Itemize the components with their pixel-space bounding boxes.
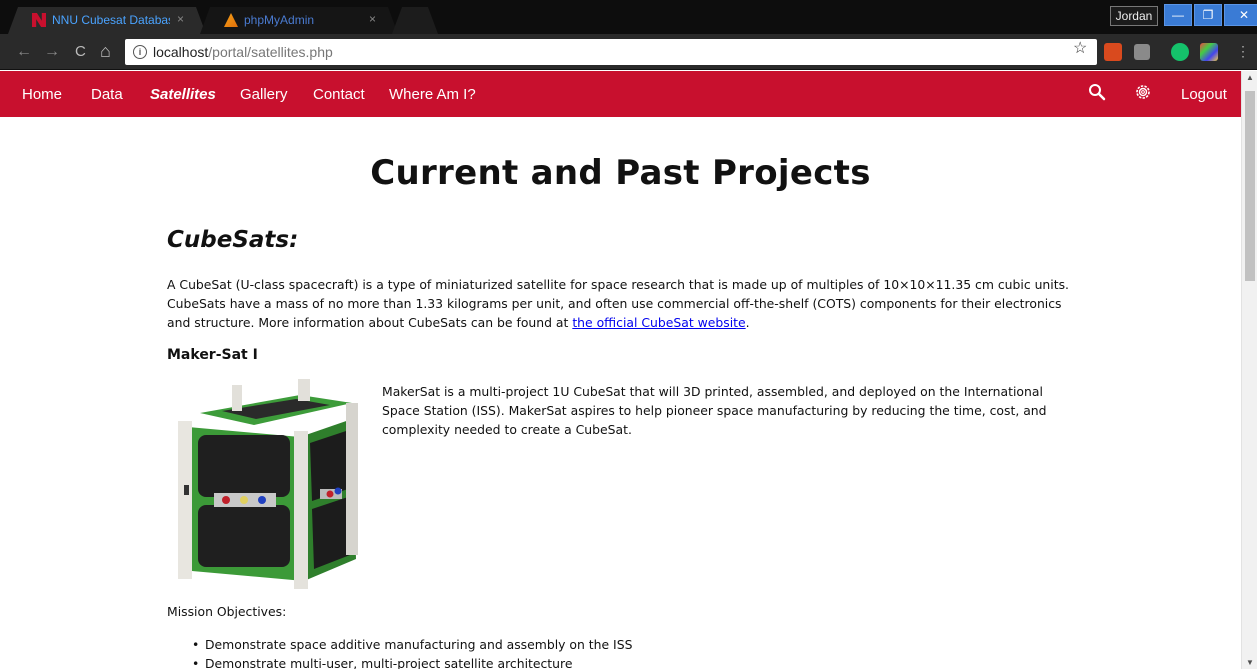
new-tab-button[interactable] — [392, 7, 438, 34]
list-item: Demonstrate space additive manufacturing… — [192, 635, 632, 654]
objectives-list: Demonstrate space additive manufacturing… — [192, 635, 632, 669]
grammarly-icon[interactable] — [1171, 43, 1189, 61]
bookmark-star-icon[interactable]: ☆ — [1073, 38, 1087, 58]
makersat-image — [178, 379, 358, 589]
menu-icon[interactable]: ⋮ — [1236, 43, 1250, 60]
nav-where-am-i[interactable]: Where Am I? — [389, 86, 476, 103]
page-title: Current and Past Projects — [370, 153, 871, 193]
forward-icon[interactable]: → — [44, 43, 60, 61]
reload-icon[interactable]: C — [75, 43, 86, 60]
url-path: /portal/satellites.php — [208, 44, 333, 60]
section-title: CubeSats: — [167, 227, 299, 253]
home-icon[interactable]: ⌂ — [100, 41, 111, 62]
extension-icon[interactable] — [1200, 43, 1218, 61]
gear-icon[interactable] — [1134, 83, 1152, 101]
tab-nnu-cubesat-database[interactable]: NNU Cubesat Database × — [8, 7, 206, 34]
url-host: localhost — [153, 44, 209, 60]
objectives-label: Mission Objectives: — [167, 604, 287, 619]
maximize-button[interactable]: ❐ — [1194, 4, 1222, 26]
nav-satellites[interactable]: Satellites — [150, 86, 216, 103]
close-window-button[interactable]: ✕ — [1224, 4, 1257, 26]
extension-icon[interactable] — [1104, 43, 1122, 61]
scrollbar-thumb[interactable] — [1245, 91, 1255, 281]
address-bar[interactable]: i localhost /portal/satellites.php — [125, 39, 1097, 65]
nav-contact[interactable]: Contact — [313, 86, 365, 103]
scroll-down-icon[interactable]: ▼ — [1246, 658, 1254, 667]
minimize-button[interactable]: — — [1164, 4, 1192, 26]
nnu-logo-icon — [32, 13, 46, 27]
window-controls: — ❐ ✕ — [1164, 4, 1257, 26]
cubesat-website-link[interactable]: the official CubeSat website — [572, 315, 745, 330]
tab-phpmyadmin[interactable]: phpMyAdmin × — [200, 7, 398, 34]
nav-home[interactable]: Home — [22, 86, 62, 103]
nav-data[interactable]: Data — [91, 86, 123, 103]
info-icon[interactable]: i — [133, 45, 147, 59]
phpmyadmin-logo-icon — [224, 13, 238, 27]
logout-link[interactable]: Logout — [1181, 86, 1227, 103]
tab-title: phpMyAdmin — [244, 13, 315, 27]
satellite-name: Maker-Sat I — [167, 347, 258, 363]
intro-end: . — [745, 315, 750, 330]
browser-toolbar: ← → C ⌂ i localhost /portal/satellites.p… — [0, 34, 1257, 70]
list-item: Demonstrate multi-user, multi-project sa… — [192, 654, 632, 669]
cubesat-intro: A CubeSat (U-class spacecraft) is a type… — [167, 275, 1072, 332]
tab-close-icon[interactable]: × — [369, 12, 376, 26]
browser-title-bar: NNU Cubesat Database × phpMyAdmin × Jord… — [0, 0, 1257, 34]
page-scrollbar[interactable]: ▲ ▼ — [1241, 71, 1257, 669]
back-icon[interactable]: ← — [16, 43, 32, 61]
profile-name[interactable]: Jordan — [1110, 6, 1158, 26]
page-content: Current and Past Projects CubeSats: A Cu… — [0, 117, 1241, 669]
extension-icon[interactable] — [1134, 44, 1150, 60]
nav-gallery[interactable]: Gallery — [240, 86, 288, 103]
tab-close-icon[interactable]: × — [177, 12, 184, 26]
tab-title: NNU Cubesat Database — [52, 13, 170, 27]
search-icon[interactable] — [1088, 83, 1106, 101]
satellite-description: MakerSat is a multi-project 1U CubeSat t… — [382, 384, 1047, 437]
site-navbar: Home Data Satellites Gallery Contact Whe… — [0, 71, 1241, 117]
scroll-up-icon[interactable]: ▲ — [1246, 73, 1254, 82]
